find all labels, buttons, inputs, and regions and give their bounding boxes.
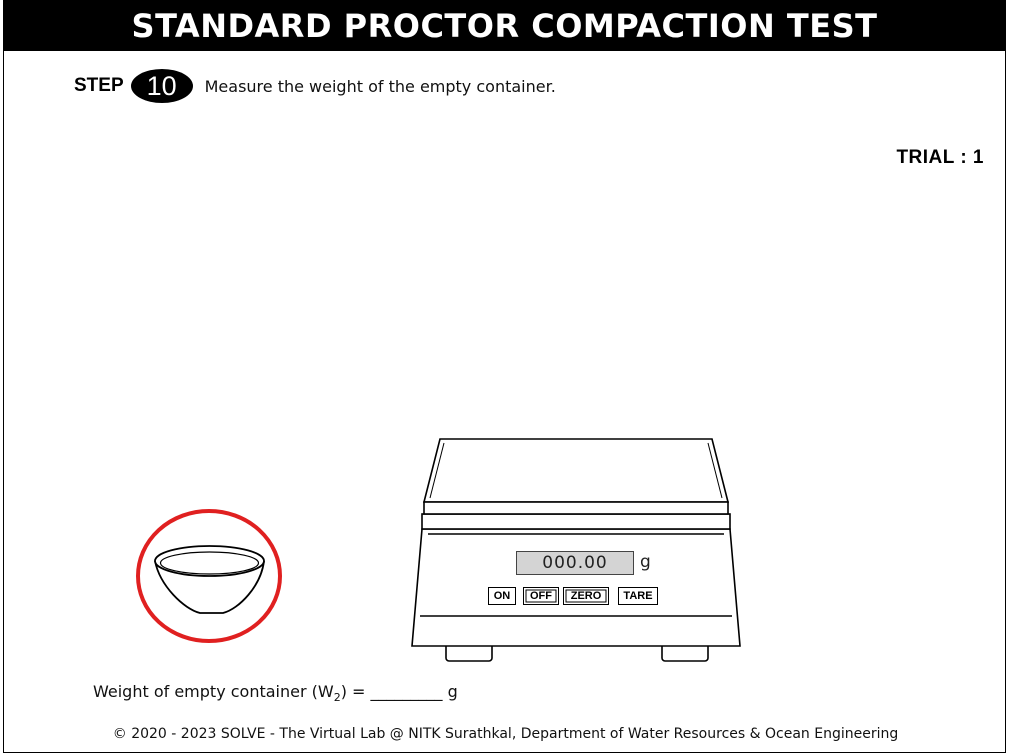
step-instruction: STEP 10 Measure the weight of the empty … (74, 68, 556, 104)
scale-on-button[interactable]: ON (488, 587, 516, 605)
step-text: Measure the weight of the empty containe… (204, 76, 556, 96)
bowl-icon (154, 545, 265, 614)
footer-copyright: © 2020 - 2023 SOLVE - The Virtual Lab @ … (112, 726, 899, 742)
weight-result-subscript: 2 (333, 691, 341, 705)
scale-unit: g (640, 552, 651, 572)
trial-indicator: TRIAL : 1 (896, 147, 984, 168)
step-label: STEP (74, 75, 124, 96)
scale-tare-button[interactable]: TARE (618, 587, 658, 605)
weight-result-line: Weight of empty container (W2) = _______… (93, 682, 458, 704)
scale-off-button[interactable]: OFF (523, 587, 559, 605)
empty-container-bowl[interactable] (136, 508, 284, 646)
weighing-scale: 000.00 g ON OFF ZERO TARE (410, 436, 742, 666)
step-number-badge: 10 (130, 69, 193, 103)
scale-zero-button[interactable]: ZERO (563, 587, 609, 605)
page-title: STANDARD PROCTOR COMPACTION TEST (3, 0, 1006, 51)
scale-display: 000.00 (516, 551, 634, 575)
weight-result-suffix: ) = _________ g (340, 682, 458, 701)
weight-result-prefix: Weight of empty container (W (93, 682, 334, 701)
